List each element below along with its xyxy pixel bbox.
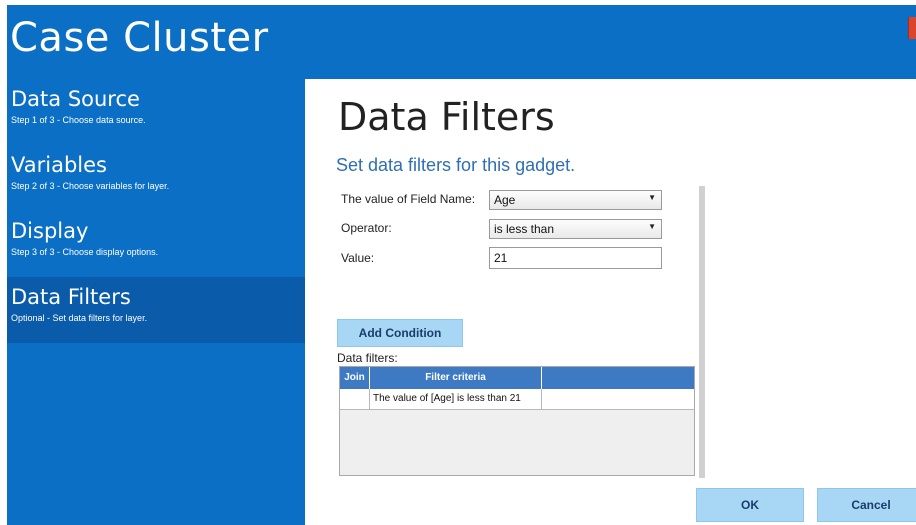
page-title: Data Filters — [338, 95, 555, 139]
grid-header-filter-criteria[interactable]: Filter criteria — [370, 367, 542, 389]
ok-button[interactable]: OK — [696, 488, 804, 522]
grid-cell-filter-criteria: The value of [Age] is less than 21 — [370, 389, 542, 409]
sidebar-item-title: Display — [11, 219, 89, 243]
field-name-value: Age — [494, 193, 516, 207]
field-name-select[interactable]: Age ▼ — [489, 190, 662, 210]
data-filters-label: Data filters: — [337, 351, 398, 365]
case-cluster-dialog: Case Cluster Data Source Step 1 of 3 - C… — [0, 0, 916, 525]
main-panel: Data Filters Set data filters for this g… — [305, 79, 916, 525]
operator-value: is less than — [494, 222, 555, 236]
grid-cell-empty — [542, 389, 694, 409]
sidebar-item-data-source[interactable]: Data Source Step 1 of 3 - Choose data so… — [7, 79, 305, 145]
field-name-label: The value of Field Name: — [341, 192, 476, 206]
operator-label: Operator: — [341, 221, 392, 235]
sidebar-item-subtitle: Step 2 of 3 - Choose variables for layer… — [11, 181, 170, 191]
sidebar-item-subtitle: Step 3 of 3 - Choose display options. — [11, 247, 159, 257]
page-subtitle: Set data filters for this gadget. — [336, 155, 576, 175]
wizard-sidebar: Data Source Step 1 of 3 - Choose data so… — [7, 79, 305, 525]
sidebar-item-title: Variables — [11, 153, 107, 177]
sidebar-item-subtitle: Step 1 of 3 - Choose data source. — [11, 115, 146, 125]
grid-cell-join — [340, 389, 370, 409]
sidebar-item-variables[interactable]: Variables Step 2 of 3 - Choose variables… — [7, 145, 305, 211]
dialog-header: Case Cluster — [7, 5, 916, 79]
dropdown-arrow-icon: ▼ — [648, 193, 656, 202]
cancel-button[interactable]: Cancel — [817, 488, 916, 522]
close-button[interactable] — [908, 17, 916, 39]
operator-select[interactable]: is less than ▼ — [489, 219, 662, 239]
grid-header-empty — [542, 367, 694, 389]
sidebar-item-display[interactable]: Display Step 3 of 3 - Choose display opt… — [7, 211, 305, 277]
value-input[interactable]: 21 — [489, 247, 662, 269]
dropdown-arrow-icon: ▼ — [648, 222, 656, 231]
data-filters-grid: Join Filter criteria The value of [Age] … — [339, 366, 695, 476]
grid-header-row: Join Filter criteria — [340, 367, 694, 389]
sidebar-item-title: Data Source — [11, 87, 140, 111]
vertical-scrollbar[interactable] — [699, 186, 705, 478]
app-title: Case Cluster — [10, 15, 269, 61]
table-row[interactable]: The value of [Age] is less than 21 — [340, 389, 694, 410]
value-label: Value: — [341, 251, 375, 265]
sidebar-item-data-filters[interactable]: Data Filters Optional - Set data filters… — [7, 277, 305, 343]
add-condition-button[interactable]: Add Condition — [337, 319, 463, 347]
sidebar-item-title: Data Filters — [11, 285, 131, 309]
sidebar-item-subtitle: Optional - Set data filters for layer. — [11, 313, 148, 323]
grid-header-join[interactable]: Join — [340, 367, 370, 389]
